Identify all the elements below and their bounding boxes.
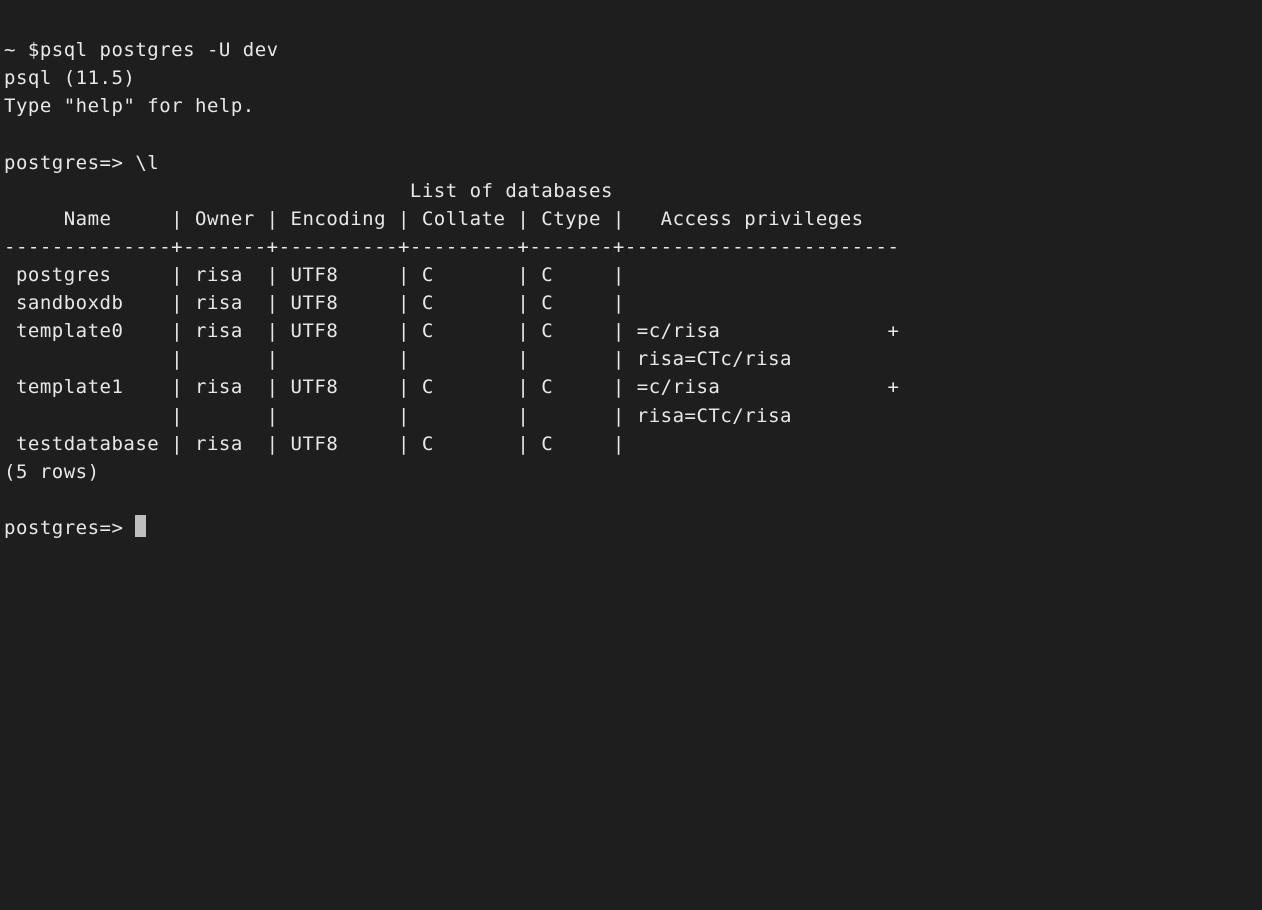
table-header: Name | Owner | Encoding | Collate | Ctyp… <box>4 208 899 230</box>
table-row-continuation: | | | | | risa=CTc/risa <box>4 405 792 427</box>
table-title: List of databases <box>4 180 613 202</box>
table-row: template0 | risa | UTF8 | C | C | =c/ris… <box>4 320 899 342</box>
psql-prompt-active[interactable]: postgres=> <box>4 517 146 539</box>
cursor-icon <box>135 515 146 537</box>
terminal-output[interactable]: ~ $psql postgres -U dev psql (11.5) Type… <box>4 8 1258 542</box>
psql-version-line: psql (11.5) <box>4 67 135 89</box>
psql-help-hint: Type "help" for help. <box>4 95 255 117</box>
psql-prompt-text: postgres=> <box>4 517 135 539</box>
psql-list-command: postgres=> \l <box>4 152 159 174</box>
table-row-continuation: | | | | | risa=CTc/risa <box>4 348 792 370</box>
scrollbar[interactable] <box>1258 0 1262 910</box>
table-row: postgres | risa | UTF8 | C | C | <box>4 264 637 286</box>
table-row: template1 | risa | UTF8 | C | C | =c/ris… <box>4 376 899 398</box>
row-count: (5 rows) <box>4 461 100 483</box>
table-row: sandboxdb | risa | UTF8 | C | C | <box>4 292 637 314</box>
table-separator: --------------+-------+----------+------… <box>4 236 899 258</box>
table-row: testdatabase | risa | UTF8 | C | C | <box>4 433 637 455</box>
shell-command-line: ~ $psql postgres -U dev <box>4 39 279 61</box>
